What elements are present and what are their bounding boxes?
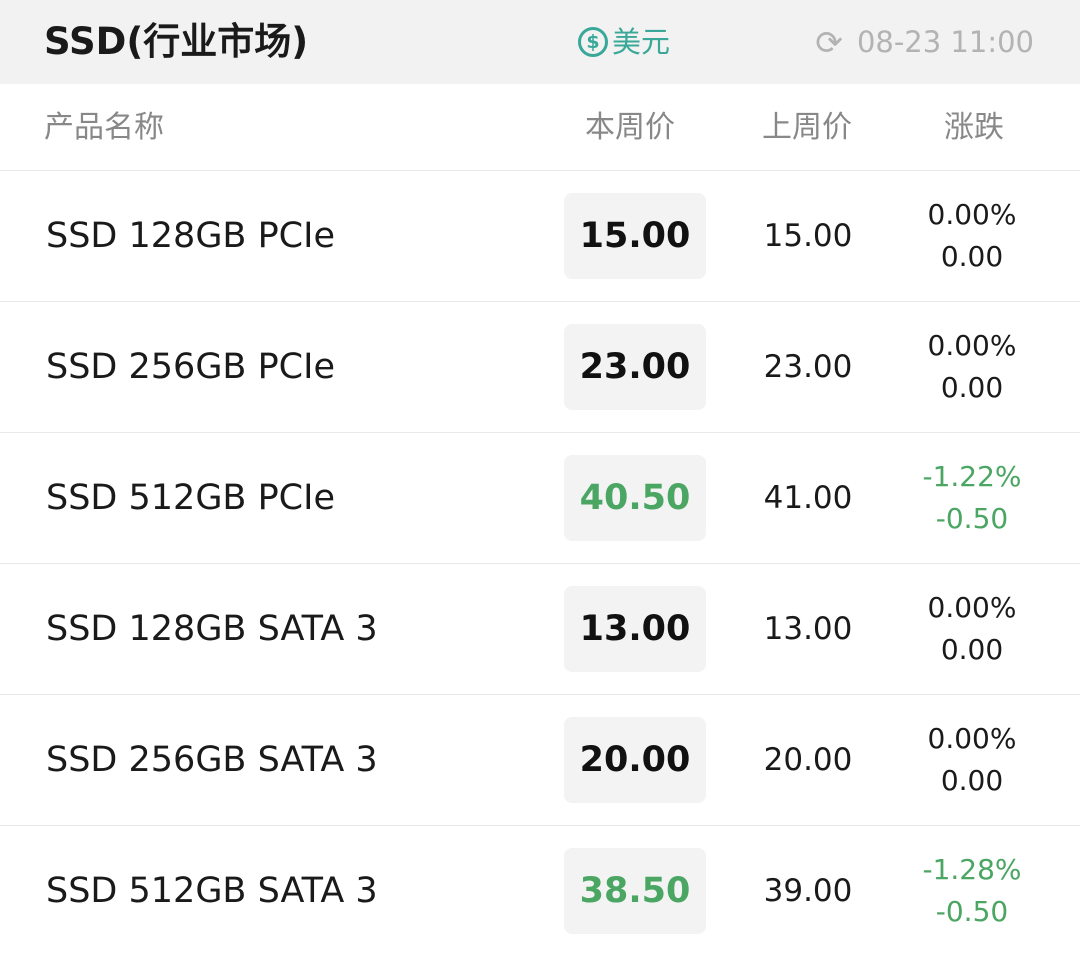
currency-toggle[interactable]: $ 美元 [578,22,670,62]
update-time: 08-23 11:00 [856,25,1034,59]
change-amount: -0.50 [935,502,1009,535]
last-week-price: 20.00 [763,742,853,778]
update-info: ⟳ 08-23 11:00 [815,22,1034,62]
product-name: SSD 128GB PCIe [46,216,335,256]
change-amount: 0.00 [940,633,1004,666]
last-week-price: 39.00 [763,873,853,909]
column-header-last-week: 上周价 [762,110,852,145]
last-week-price: 13.00 [763,611,853,647]
refresh-icon[interactable]: ⟳ [815,26,843,59]
this-week-price[interactable]: 20.00 [564,717,706,803]
column-header-this-week: 本周价 [585,110,675,145]
table-row[interactable]: SSD 512GB PCIe 40.50 41.00 -1.22% -0.50 [0,433,1080,564]
price-change: 0.00% 0.00 [900,324,1044,410]
price-change: 0.00% 0.00 [900,193,1044,279]
column-header-change: 涨跌 [944,110,1004,145]
price-change: 0.00% 0.00 [900,717,1044,803]
table-header: 产品名称 本周价 上周价 涨跌 [0,84,1080,171]
table-row[interactable]: SSD 256GB SATA 3 20.00 20.00 0.00% 0.00 [0,695,1080,826]
change-percent: 0.00% [927,722,1017,755]
this-week-price[interactable]: 40.50 [564,455,706,541]
this-week-price[interactable]: 13.00 [564,586,706,672]
change-percent: -1.28% [922,853,1022,886]
table-row[interactable]: SSD 128GB SATA 3 13.00 13.00 0.00% 0.00 [0,564,1080,695]
product-name: SSD 256GB PCIe [46,347,335,387]
this-week-price[interactable]: 38.50 [564,848,706,934]
last-week-price: 41.00 [763,480,853,516]
change-percent: 0.00% [927,198,1017,231]
product-name: SSD 512GB SATA 3 [46,871,378,911]
change-percent: 0.00% [927,329,1017,362]
product-name: SSD 256GB SATA 3 [46,740,378,780]
change-percent: -1.22% [922,460,1022,493]
change-amount: 0.00 [940,764,1004,797]
currency-label: 美元 [612,25,671,59]
change-amount: -0.50 [935,895,1009,928]
change-amount: 0.00 [940,240,1004,273]
product-name: SSD 128GB SATA 3 [46,609,378,649]
column-header-name: 产品名称 [44,110,164,145]
this-week-price[interactable]: 23.00 [564,324,706,410]
this-week-price[interactable]: 15.00 [564,193,706,279]
last-week-price: 15.00 [763,218,853,254]
price-change: -1.22% -0.50 [900,455,1044,541]
price-table: SSD 128GB PCIe 15.00 15.00 0.00% 0.00 SS… [0,171,1080,956]
price-change: -1.28% -0.50 [900,848,1044,934]
table-row[interactable]: SSD 512GB SATA 3 38.50 39.00 -1.28% -0.5… [0,826,1080,956]
product-name: SSD 512GB PCIe [46,478,335,518]
top-bar: SSD(行业市场) $ 美元 ⟳ 08-23 11:00 [0,0,1080,84]
change-amount: 0.00 [940,371,1004,404]
dollar-icon: $ [578,27,608,57]
page-title: SSD(行业市场) [44,20,309,63]
last-week-price: 23.00 [763,349,853,385]
table-row[interactable]: SSD 256GB PCIe 23.00 23.00 0.00% 0.00 [0,302,1080,433]
change-percent: 0.00% [927,591,1017,624]
price-change: 0.00% 0.00 [900,586,1044,672]
table-row[interactable]: SSD 128GB PCIe 15.00 15.00 0.00% 0.00 [0,171,1080,302]
